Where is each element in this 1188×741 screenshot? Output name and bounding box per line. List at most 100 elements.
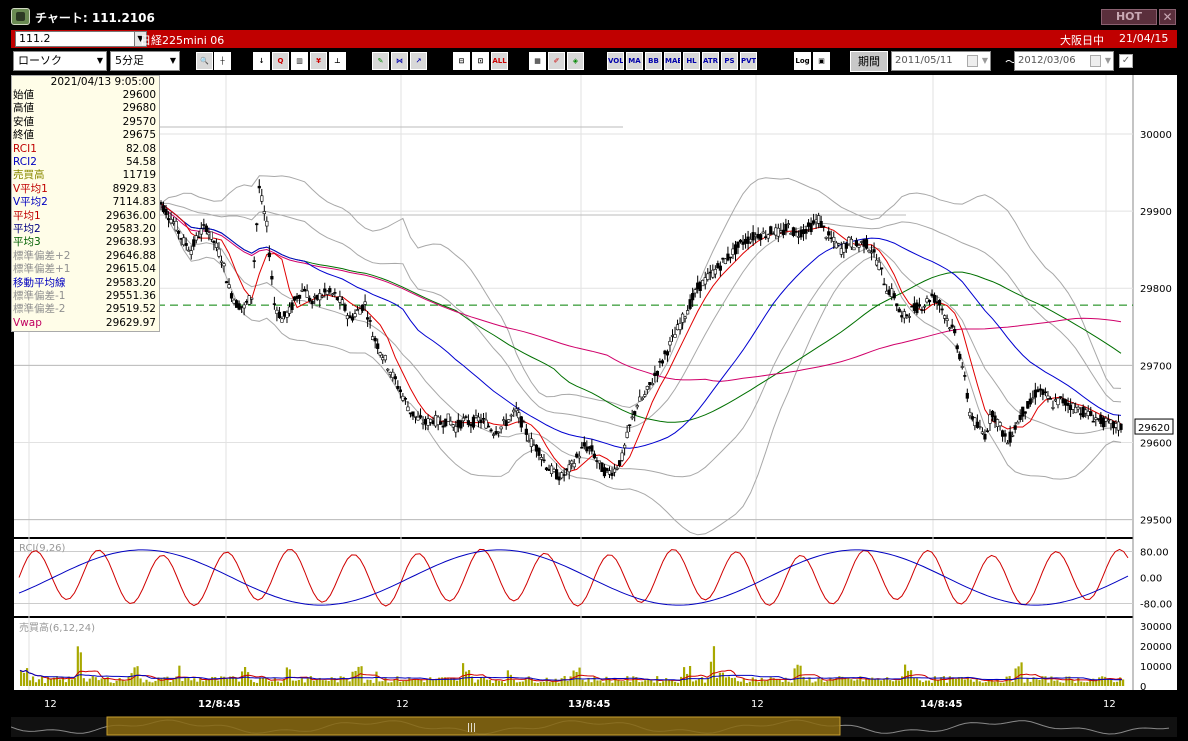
chevron-down-icon[interactable]: ▼ bbox=[982, 52, 988, 70]
tool-j-button[interactable]: ⊡ bbox=[472, 52, 489, 70]
candle-body bbox=[212, 240, 216, 243]
tool-l-button[interactable]: ✐ bbox=[548, 52, 565, 70]
candle-body bbox=[1101, 417, 1105, 428]
calendar-icon[interactable] bbox=[1090, 55, 1101, 67]
chart-svg[interactable]: 30000 29900 29800 29700 29600 29500 29620 RCI(9… bbox=[11, 75, 1177, 715]
ma-button[interactable]: MA bbox=[626, 52, 643, 70]
atr-button[interactable]: ATR bbox=[702, 52, 719, 70]
volume-bar bbox=[491, 682, 495, 686]
candle-body bbox=[998, 422, 1002, 427]
candle-body bbox=[484, 419, 488, 429]
psra-button[interactable]: PS RA bbox=[721, 52, 738, 70]
candle-body bbox=[625, 431, 629, 438]
checkmark-icon[interactable]: ✓ bbox=[1119, 54, 1133, 68]
date-to-field[interactable]: 2012/03/06 ▼ bbox=[1014, 51, 1114, 71]
tool-k-button[interactable]: ▦ bbox=[529, 52, 546, 70]
chart-type-select[interactable]: ローソク ▼ bbox=[13, 51, 107, 71]
candle-body bbox=[587, 446, 591, 449]
info-label: 移動平均線 bbox=[13, 276, 66, 289]
volume-bar bbox=[1053, 680, 1056, 686]
candle-body bbox=[464, 416, 468, 418]
candle-body bbox=[990, 410, 995, 418]
candle-body bbox=[958, 353, 962, 360]
candle-body bbox=[643, 394, 647, 397]
volume-bar bbox=[904, 664, 907, 686]
candle-body bbox=[1081, 406, 1085, 417]
candle-body bbox=[849, 238, 853, 248]
candle-body bbox=[1063, 399, 1068, 406]
calendar-icon[interactable] bbox=[967, 55, 978, 67]
tool-e-button[interactable]: ⊥ bbox=[329, 52, 346, 70]
ticker-input[interactable]: 111.2 bbox=[15, 31, 135, 47]
navigator-bar[interactable]: ||| bbox=[10, 715, 1177, 741]
tool-b-button[interactable]: Q bbox=[272, 52, 289, 70]
tool-g-button[interactable]: ⋈ bbox=[391, 52, 408, 70]
info-label: 平均2 bbox=[13, 223, 41, 235]
volume-bar bbox=[97, 680, 100, 686]
candle-body bbox=[726, 253, 730, 261]
volume-bar bbox=[856, 679, 859, 686]
tool-a-button[interactable]: ↓ bbox=[253, 52, 270, 70]
vol-button[interactable]: VOL bbox=[607, 52, 624, 70]
zoom-button[interactable]: 🔍 bbox=[196, 52, 213, 70]
volume-bar bbox=[892, 681, 895, 686]
candle-body bbox=[786, 223, 791, 225]
interval-select[interactable]: 5分足 ▼ bbox=[110, 51, 180, 71]
chevron-down-icon[interactable]: ▼ bbox=[1105, 52, 1111, 70]
tool-c-button[interactable]: ▥ bbox=[291, 52, 308, 70]
volume-bar bbox=[494, 679, 498, 686]
volume-bar bbox=[683, 667, 686, 686]
rci-tick-label: -80.00 bbox=[1140, 600, 1172, 611]
candle-body bbox=[733, 244, 738, 255]
candle-body bbox=[199, 228, 203, 235]
candle-body bbox=[943, 315, 947, 319]
volume-bar bbox=[270, 681, 274, 686]
volume-bar bbox=[291, 680, 294, 686]
tool-i-button[interactable]: ⊟ bbox=[453, 52, 470, 70]
close-icon[interactable]: ✕ bbox=[1159, 9, 1176, 25]
candle-body bbox=[965, 392, 969, 399]
navigator-svg[interactable]: ||| bbox=[10, 715, 1177, 741]
info-row: 標準偏差-2 29519.52 bbox=[13, 303, 157, 316]
candle-body bbox=[887, 289, 891, 295]
price-tick-label: 29500 bbox=[1140, 516, 1172, 527]
candle-body bbox=[915, 302, 919, 314]
volume-bar bbox=[360, 666, 363, 686]
bb-button[interactable]: BB bbox=[645, 52, 662, 70]
crosshair-button[interactable]: ┼ bbox=[214, 52, 231, 70]
candle-body bbox=[456, 419, 460, 428]
candle-body bbox=[678, 323, 682, 330]
tool-f-button[interactable]: ✎ bbox=[372, 52, 389, 70]
tool-d-button[interactable]: ¥ bbox=[310, 52, 327, 70]
tool-n-button[interactable]: ▣ bbox=[813, 52, 830, 70]
volume-bar bbox=[829, 678, 832, 686]
candle-body bbox=[1053, 399, 1058, 402]
candle-body bbox=[764, 236, 768, 238]
candle-body bbox=[358, 308, 362, 315]
pvt-button[interactable]: PVT bbox=[740, 52, 757, 70]
log-button[interactable]: Log bbox=[794, 52, 811, 70]
candle-body bbox=[209, 231, 213, 240]
hot-button[interactable]: HOT bbox=[1101, 9, 1157, 25]
hl-button[interactable]: HL bbox=[683, 52, 700, 70]
candle-body bbox=[1069, 405, 1073, 410]
chart-area[interactable]: 30000 29900 29800 29700 29600 29500 29620 RCI(9… bbox=[11, 75, 1177, 715]
tool-h-button[interactable]: ↗ bbox=[410, 52, 427, 70]
all-button[interactable]: ALL bbox=[491, 52, 508, 70]
candle-body bbox=[179, 238, 183, 240]
info-value: 29646.88 bbox=[105, 249, 156, 262]
volume-bar bbox=[34, 682, 38, 686]
candle-body bbox=[529, 438, 533, 447]
candle-body bbox=[781, 229, 785, 235]
volume-title: 売買高(6,12,24) bbox=[19, 621, 95, 634]
volume-bar bbox=[196, 681, 199, 686]
volume-bar bbox=[521, 681, 524, 686]
volume-bar bbox=[921, 682, 925, 686]
period-button[interactable]: 期間 bbox=[850, 51, 888, 72]
volume-bar bbox=[324, 680, 327, 686]
title-bar: チャート: 111.2106 HOT ✕ bbox=[0, 0, 1188, 30]
mae-button[interactable]: MAE bbox=[664, 52, 681, 70]
tool-m-button[interactable]: ◈ bbox=[567, 52, 584, 70]
date-from-field[interactable]: 2011/05/11 ▼ bbox=[891, 51, 991, 71]
candle-body bbox=[811, 220, 816, 224]
